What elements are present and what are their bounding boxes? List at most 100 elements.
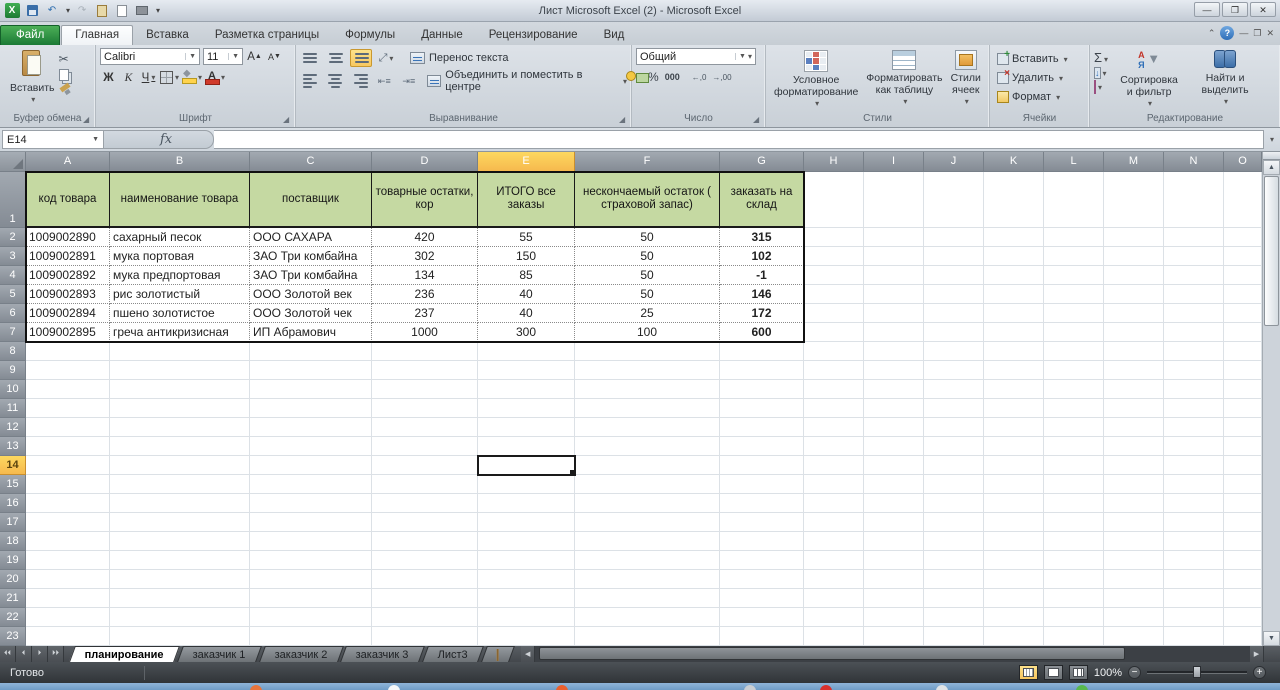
cell[interactable] — [804, 342, 864, 361]
cell[interactable] — [1044, 608, 1104, 627]
cell[interactable] — [984, 627, 1044, 646]
accounting-format-button[interactable] — [636, 71, 642, 83]
cell[interactable] — [1164, 228, 1224, 247]
cell[interactable] — [26, 494, 110, 513]
cell[interactable] — [924, 532, 984, 551]
book-restore-icon[interactable]: ❐ — [1253, 28, 1261, 39]
cell[interactable] — [1044, 304, 1104, 323]
clipboard-dialog-launcher-icon[interactable]: ◢ — [83, 115, 93, 125]
cell[interactable] — [804, 475, 864, 494]
cell[interactable]: 50 — [575, 266, 720, 285]
cell[interactable] — [924, 380, 984, 399]
row-header-6[interactable]: 6 — [0, 304, 26, 323]
cell[interactable]: мука портовая — [110, 247, 250, 266]
cell[interactable] — [372, 608, 478, 627]
cell-styles-button[interactable]: Стили ячеек — [947, 48, 986, 112]
cell[interactable] — [372, 513, 478, 532]
cell[interactable] — [1164, 608, 1224, 627]
cell[interactable] — [1224, 570, 1262, 589]
cell[interactable] — [864, 342, 924, 361]
column-header-N[interactable]: N — [1164, 152, 1224, 172]
cell[interactable] — [26, 437, 110, 456]
cell[interactable] — [804, 399, 864, 418]
cell[interactable] — [804, 304, 864, 323]
cell[interactable] — [864, 247, 924, 266]
cell[interactable] — [26, 399, 110, 418]
cell[interactable] — [924, 437, 984, 456]
percent-button[interactable]: % — [648, 70, 659, 84]
cell[interactable] — [575, 551, 720, 570]
cell[interactable] — [1164, 304, 1224, 323]
excel-logo-icon[interactable]: X — [4, 3, 20, 18]
page-break-view-button[interactable] — [1069, 665, 1088, 680]
cell[interactable] — [984, 456, 1044, 475]
font-size-combo[interactable]: 11▼ — [203, 48, 243, 65]
normal-view-button[interactable] — [1019, 665, 1038, 680]
cell[interactable] — [720, 418, 804, 437]
taskbar-icon[interactable] — [1076, 685, 1088, 690]
align-center-button[interactable] — [325, 72, 347, 90]
cell[interactable]: 50 — [575, 228, 720, 247]
select-all-button[interactable] — [0, 152, 26, 172]
cell[interactable] — [1104, 570, 1164, 589]
cell[interactable] — [864, 570, 924, 589]
cell[interactable] — [1224, 589, 1262, 608]
align-middle-button[interactable] — [325, 49, 347, 67]
sheet-tab-лист3[interactable]: Лист3 — [422, 646, 484, 662]
wrap-text-button[interactable]: Перенос текста — [410, 48, 509, 68]
cell[interactable]: -1 — [720, 266, 804, 285]
cell[interactable] — [26, 342, 110, 361]
cell[interactable] — [1104, 342, 1164, 361]
cell[interactable] — [984, 589, 1044, 608]
cell[interactable]: 1009002892 — [26, 266, 110, 285]
cell[interactable] — [864, 494, 924, 513]
cell[interactable]: 134 — [372, 266, 478, 285]
undo-dropdown-icon[interactable]: ▾ — [64, 6, 70, 15]
cell[interactable] — [804, 532, 864, 551]
cell[interactable] — [1104, 437, 1164, 456]
cell[interactable] — [1104, 475, 1164, 494]
cell[interactable]: 237 — [372, 304, 478, 323]
cell[interactable] — [26, 475, 110, 494]
cell[interactable] — [1104, 513, 1164, 532]
vertical-scroll-thumb[interactable] — [1264, 176, 1279, 326]
cell[interactable]: 85 — [478, 266, 575, 285]
cell[interactable] — [1224, 608, 1262, 627]
cell[interactable]: 1009002890 — [26, 228, 110, 247]
cell[interactable] — [1104, 627, 1164, 646]
header-cell[interactable]: товарные остатки, кор — [372, 172, 478, 228]
cell[interactable]: 1009002894 — [26, 304, 110, 323]
expand-formula-bar-icon[interactable]: ▾ — [1264, 130, 1280, 149]
sort-filter-button[interactable]: АЯ▼ Сортировка и фильтр — [1112, 48, 1186, 112]
cell[interactable] — [1044, 285, 1104, 304]
cell[interactable] — [575, 418, 720, 437]
cell[interactable] — [984, 285, 1044, 304]
cell[interactable] — [864, 608, 924, 627]
row-header-23[interactable]: 23 — [0, 627, 26, 646]
cell[interactable] — [720, 380, 804, 399]
next-sheet-icon[interactable]: ⏵ — [32, 646, 48, 662]
cell[interactable] — [1224, 627, 1262, 646]
cell[interactable] — [26, 551, 110, 570]
cell[interactable] — [720, 475, 804, 494]
zoom-slider[interactable] — [1147, 671, 1247, 674]
cell[interactable] — [250, 589, 372, 608]
ribbon-tab-формулы[interactable]: Формулы — [332, 26, 408, 45]
cell[interactable] — [250, 418, 372, 437]
cell[interactable] — [1044, 228, 1104, 247]
cell[interactable]: 50 — [575, 285, 720, 304]
row-header-2[interactable]: 2 — [0, 228, 26, 247]
cell[interactable]: 300 — [478, 323, 575, 342]
cell[interactable] — [924, 304, 984, 323]
cell[interactable] — [1224, 456, 1262, 475]
cell[interactable] — [1224, 399, 1262, 418]
cell[interactable] — [864, 399, 924, 418]
book-close-icon[interactable]: ✕ — [1266, 28, 1274, 39]
cell[interactable] — [250, 380, 372, 399]
cell[interactable] — [1104, 247, 1164, 266]
cell[interactable] — [1224, 418, 1262, 437]
cut-icon[interactable]: ✂ — [59, 52, 71, 66]
cell[interactable] — [478, 475, 575, 494]
cell[interactable] — [984, 247, 1044, 266]
cell[interactable] — [924, 399, 984, 418]
